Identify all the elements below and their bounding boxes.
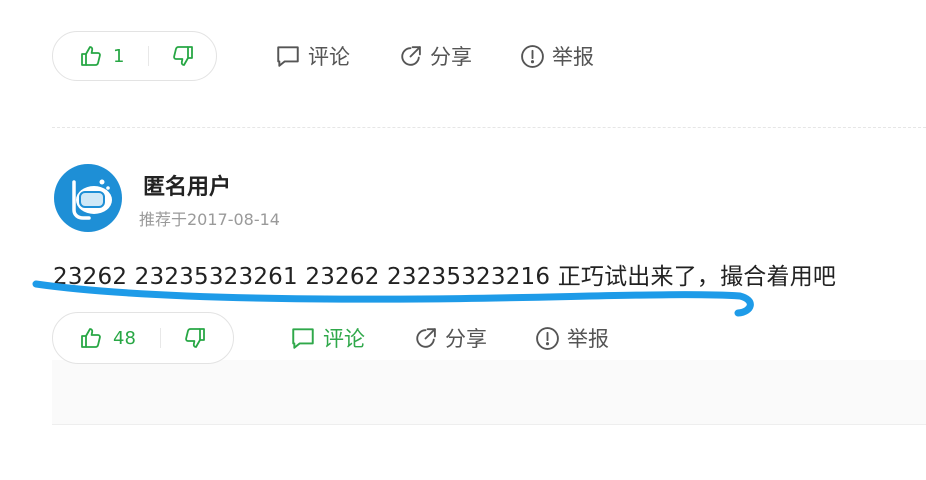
share-arrow-icon: [401, 45, 421, 66]
like-button[interactable]: 48: [79, 326, 136, 350]
share-button[interactable]: 分享: [413, 323, 487, 353]
thumbs-up-icon: [81, 46, 101, 66]
answer-text: 23262 23235323261 23262 23235323216 正巧试出…: [53, 264, 837, 290]
vote-pill: 1: [52, 31, 217, 81]
comment-button[interactable]: 评论: [275, 41, 350, 71]
vote-separator: [148, 46, 150, 66]
answer2-footer-background: [52, 360, 926, 424]
report-button[interactable]: 举报: [520, 41, 594, 71]
dislike-button[interactable]: [171, 44, 195, 68]
comment-label: 评论: [308, 45, 350, 69]
share-button[interactable]: 分享: [398, 41, 472, 71]
thumbs-down-icon: [173, 46, 194, 66]
speech-bubble-icon: [292, 328, 314, 349]
answer1-action-bar: 1 评论 分享 举报: [52, 31, 594, 81]
answer-divider: [52, 127, 926, 128]
like-count: 48: [113, 327, 136, 349]
exclamation-circle-icon: [536, 326, 559, 350]
report-button[interactable]: 举报: [535, 323, 609, 353]
like-count: 1: [113, 45, 125, 67]
comment-button[interactable]: 评论: [290, 323, 365, 353]
vote-pill: 48: [52, 312, 234, 364]
share-arrow-icon: [416, 327, 436, 348]
thumbs-down-icon: [185, 328, 205, 348]
share-label: 分享: [445, 327, 487, 351]
comment-label: 评论: [323, 327, 365, 351]
report-label: 举报: [567, 327, 609, 351]
recommend-date: 推荐于2017-08-14: [139, 210, 280, 229]
share-label: 分享: [430, 45, 472, 69]
like-button[interactable]: 1: [79, 44, 124, 68]
thumbs-up-icon: [81, 328, 101, 348]
report-label: 举报: [552, 45, 594, 69]
avatar[interactable]: [54, 164, 122, 232]
vote-separator: [159, 328, 161, 348]
answer2-action-bar: 48 评论 分享 举报: [52, 312, 609, 364]
answer-divider: [52, 424, 926, 425]
exclamation-circle-icon: [521, 44, 544, 68]
speech-bubble-icon: [277, 46, 299, 67]
dislike-button[interactable]: [183, 326, 207, 350]
username[interactable]: 匿名用户: [143, 169, 231, 201]
